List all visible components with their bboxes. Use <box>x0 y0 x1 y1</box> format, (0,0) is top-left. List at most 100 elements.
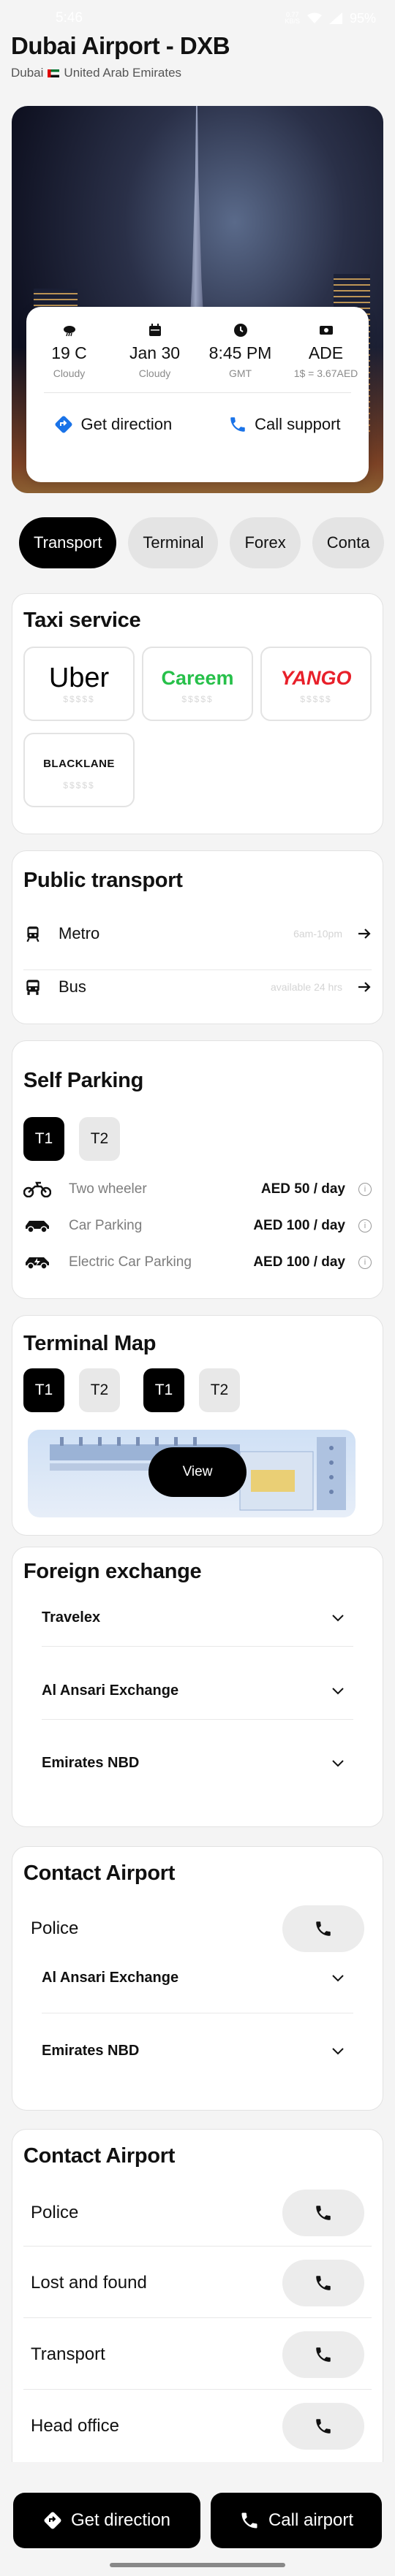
call-support-link[interactable]: Call support <box>228 415 341 434</box>
view-map-button[interactable]: View <box>148 1447 247 1497</box>
date-stat: Jan 30 Cloudy <box>115 323 195 379</box>
net-speed: 0.77 KB/S <box>285 11 300 25</box>
yango-logo: YANGO <box>280 667 352 689</box>
forex-item-travelex[interactable]: Travelex <box>23 1609 372 1626</box>
battery-level: 95% <box>349 10 376 26</box>
info-stats: 19 C Cloudy Jan 30 Cloudy 8:45 PM GMT AD… <box>26 307 369 379</box>
taxi-service-title: Taxi service <box>23 609 141 632</box>
contact-row-head-office: Head office <box>23 2403 372 2450</box>
careem-logo: Careem <box>161 667 234 689</box>
forex-item-al-ansari[interactable]: Al Ansari Exchange <box>23 1683 372 1699</box>
parking-row-electric-car: Electric Car Parking AED 100 / day i <box>23 1254 372 1270</box>
bus-row[interactable]: Bus available 24 hrs <box>23 978 372 997</box>
airport-info-card: 19 C Cloudy Jan 30 Cloudy 8:45 PM GMT AD… <box>26 307 369 482</box>
self-parking-card: Self Parking T1 T2 Two wheeler AED 50 / … <box>12 1040 383 1299</box>
taxi-option-yango[interactable]: YANGO $$$$$ <box>260 647 372 721</box>
status-bar: 5:46 0.77 KB/S 95% <box>0 0 395 37</box>
get-direction-link[interactable]: Get direction <box>54 415 172 434</box>
bus-icon <box>26 980 40 995</box>
home-indicator[interactable] <box>110 2563 285 2567</box>
get-direction-button[interactable]: Get direction <box>13 2493 200 2548</box>
call-police-button[interactable] <box>282 2190 364 2236</box>
contact-row-transport: Transport <box>23 2331 372 2378</box>
divider <box>23 2389 372 2390</box>
arrow-right-icon <box>358 982 371 992</box>
bus-label: Bus <box>59 978 86 996</box>
chevron-down-icon <box>332 1687 344 1694</box>
forex-item-emirates-nbd[interactable]: Emirates NBD <box>23 1755 372 1772</box>
call-lost-and-found-button[interactable] <box>282 2260 364 2306</box>
clock-icon <box>233 324 247 337</box>
taxi-option-blacklane[interactable]: BLACKLANE $$$$$ <box>23 733 135 807</box>
map-terminal-t1-alt[interactable]: T1 <box>143 1368 184 1412</box>
uae-flag-icon <box>48 69 60 77</box>
tab-contact[interactable]: Conta <box>312 517 385 568</box>
call-head-office-button[interactable] <box>282 2403 364 2450</box>
public-transport-card: Public transport Metro 6am-10pm Bus avai… <box>12 850 383 1024</box>
car-icon <box>26 1221 49 1233</box>
metro-label: Metro <box>59 924 100 942</box>
info-icon[interactable]: i <box>358 1183 372 1196</box>
weather-stat: 19 C Cloudy <box>29 323 110 379</box>
uber-logo: Uber <box>48 663 110 693</box>
weather-cloud-icon <box>63 326 75 337</box>
taxi-option-careem[interactable]: Careem $$$$$ <box>142 647 253 721</box>
parking-row-car: Car Parking AED 100 / day i <box>23 1218 372 1234</box>
taxi-service-card: Taxi service Uber $$$$$ Careem $$$$$ YAN… <box>12 593 383 834</box>
map-terminal-t2-alt[interactable]: T2 <box>199 1368 240 1412</box>
foreign-exchange-card: Foreign exchange Travelex Al Ansari Exch… <box>12 1547 383 1827</box>
direction-icon <box>55 416 72 433</box>
cash-icon <box>319 326 333 335</box>
divider <box>42 1646 353 1647</box>
info-icon[interactable]: i <box>358 1219 372 1232</box>
parking-terminal-t1[interactable]: T1 <box>23 1117 64 1161</box>
divider <box>23 969 372 970</box>
terminal-map-title: Terminal Map <box>23 1332 157 1355</box>
contact-row-police: Police <box>23 2190 372 2236</box>
train-icon <box>26 926 40 942</box>
status-icons: 0.77 KB/S 95% <box>285 11 376 26</box>
contact-item-al-ansari[interactable]: Al Ansari Exchange <box>23 1970 372 1986</box>
info-icon[interactable]: i <box>358 1256 372 1269</box>
blacklane-logo: BLACKLANE <box>43 758 115 770</box>
phone-icon <box>241 2512 257 2529</box>
tab-transport[interactable]: Transport <box>19 517 117 568</box>
time-stat: 8:45 PM GMT <box>200 323 281 379</box>
call-transport-button[interactable] <box>282 2331 364 2378</box>
wifi-icon <box>306 12 322 23</box>
taxi-option-uber[interactable]: Uber $$$$$ <box>23 647 135 721</box>
location-subtitle: Dubai United Arab Emirates <box>11 66 181 80</box>
city-label: Dubai <box>11 66 44 80</box>
phone-icon <box>316 2347 331 2362</box>
divider <box>42 1719 353 1720</box>
call-airport-button[interactable]: Call airport <box>211 2493 382 2548</box>
metro-row[interactable]: Metro 6am-10pm <box>23 924 372 943</box>
contact-airport-card-2: Contact Airport Police Lost and found Tr… <box>12 2129 383 2475</box>
chevron-down-icon <box>332 1614 344 1621</box>
bus-hours: available 24 hrs <box>270 981 342 993</box>
contact-airport-card-1: Contact Airport Police Al Ansari Exchang… <box>12 1846 383 2111</box>
map-terminal-t2[interactable]: T2 <box>79 1368 120 1412</box>
phone-icon <box>316 2276 331 2290</box>
phone-icon <box>316 1921 331 1936</box>
divider <box>23 2246 372 2247</box>
call-police-button[interactable] <box>282 1905 364 1952</box>
tab-terminal[interactable]: Terminal <box>128 517 219 568</box>
contact-row-police: Police <box>23 1905 372 1952</box>
currency-stat: ADE 1$ = 3.67AED <box>286 323 366 379</box>
map-terminal-t1[interactable]: T1 <box>23 1368 64 1412</box>
tab-forex[interactable]: Forex <box>230 517 301 568</box>
contact-row-lost-and-found: Lost and found <box>23 2260 372 2306</box>
contact-airport-title: Contact Airport <box>23 1861 176 1885</box>
contact-item-emirates-nbd[interactable]: Emirates NBD <box>23 2043 372 2059</box>
metro-hours: 6am-10pm <box>293 928 342 940</box>
self-parking-title: Self Parking <box>23 1069 144 1092</box>
calendar-icon <box>148 324 161 336</box>
status-time: 5:46 <box>56 10 83 26</box>
phone-icon <box>316 2206 331 2220</box>
phone-icon <box>316 2419 331 2434</box>
category-tabs: Transport Terminal Forex Conta <box>19 517 385 568</box>
electric-car-icon <box>26 1257 49 1270</box>
parking-terminal-t2[interactable]: T2 <box>79 1117 120 1161</box>
info-actions: Get direction Call support <box>26 393 369 434</box>
